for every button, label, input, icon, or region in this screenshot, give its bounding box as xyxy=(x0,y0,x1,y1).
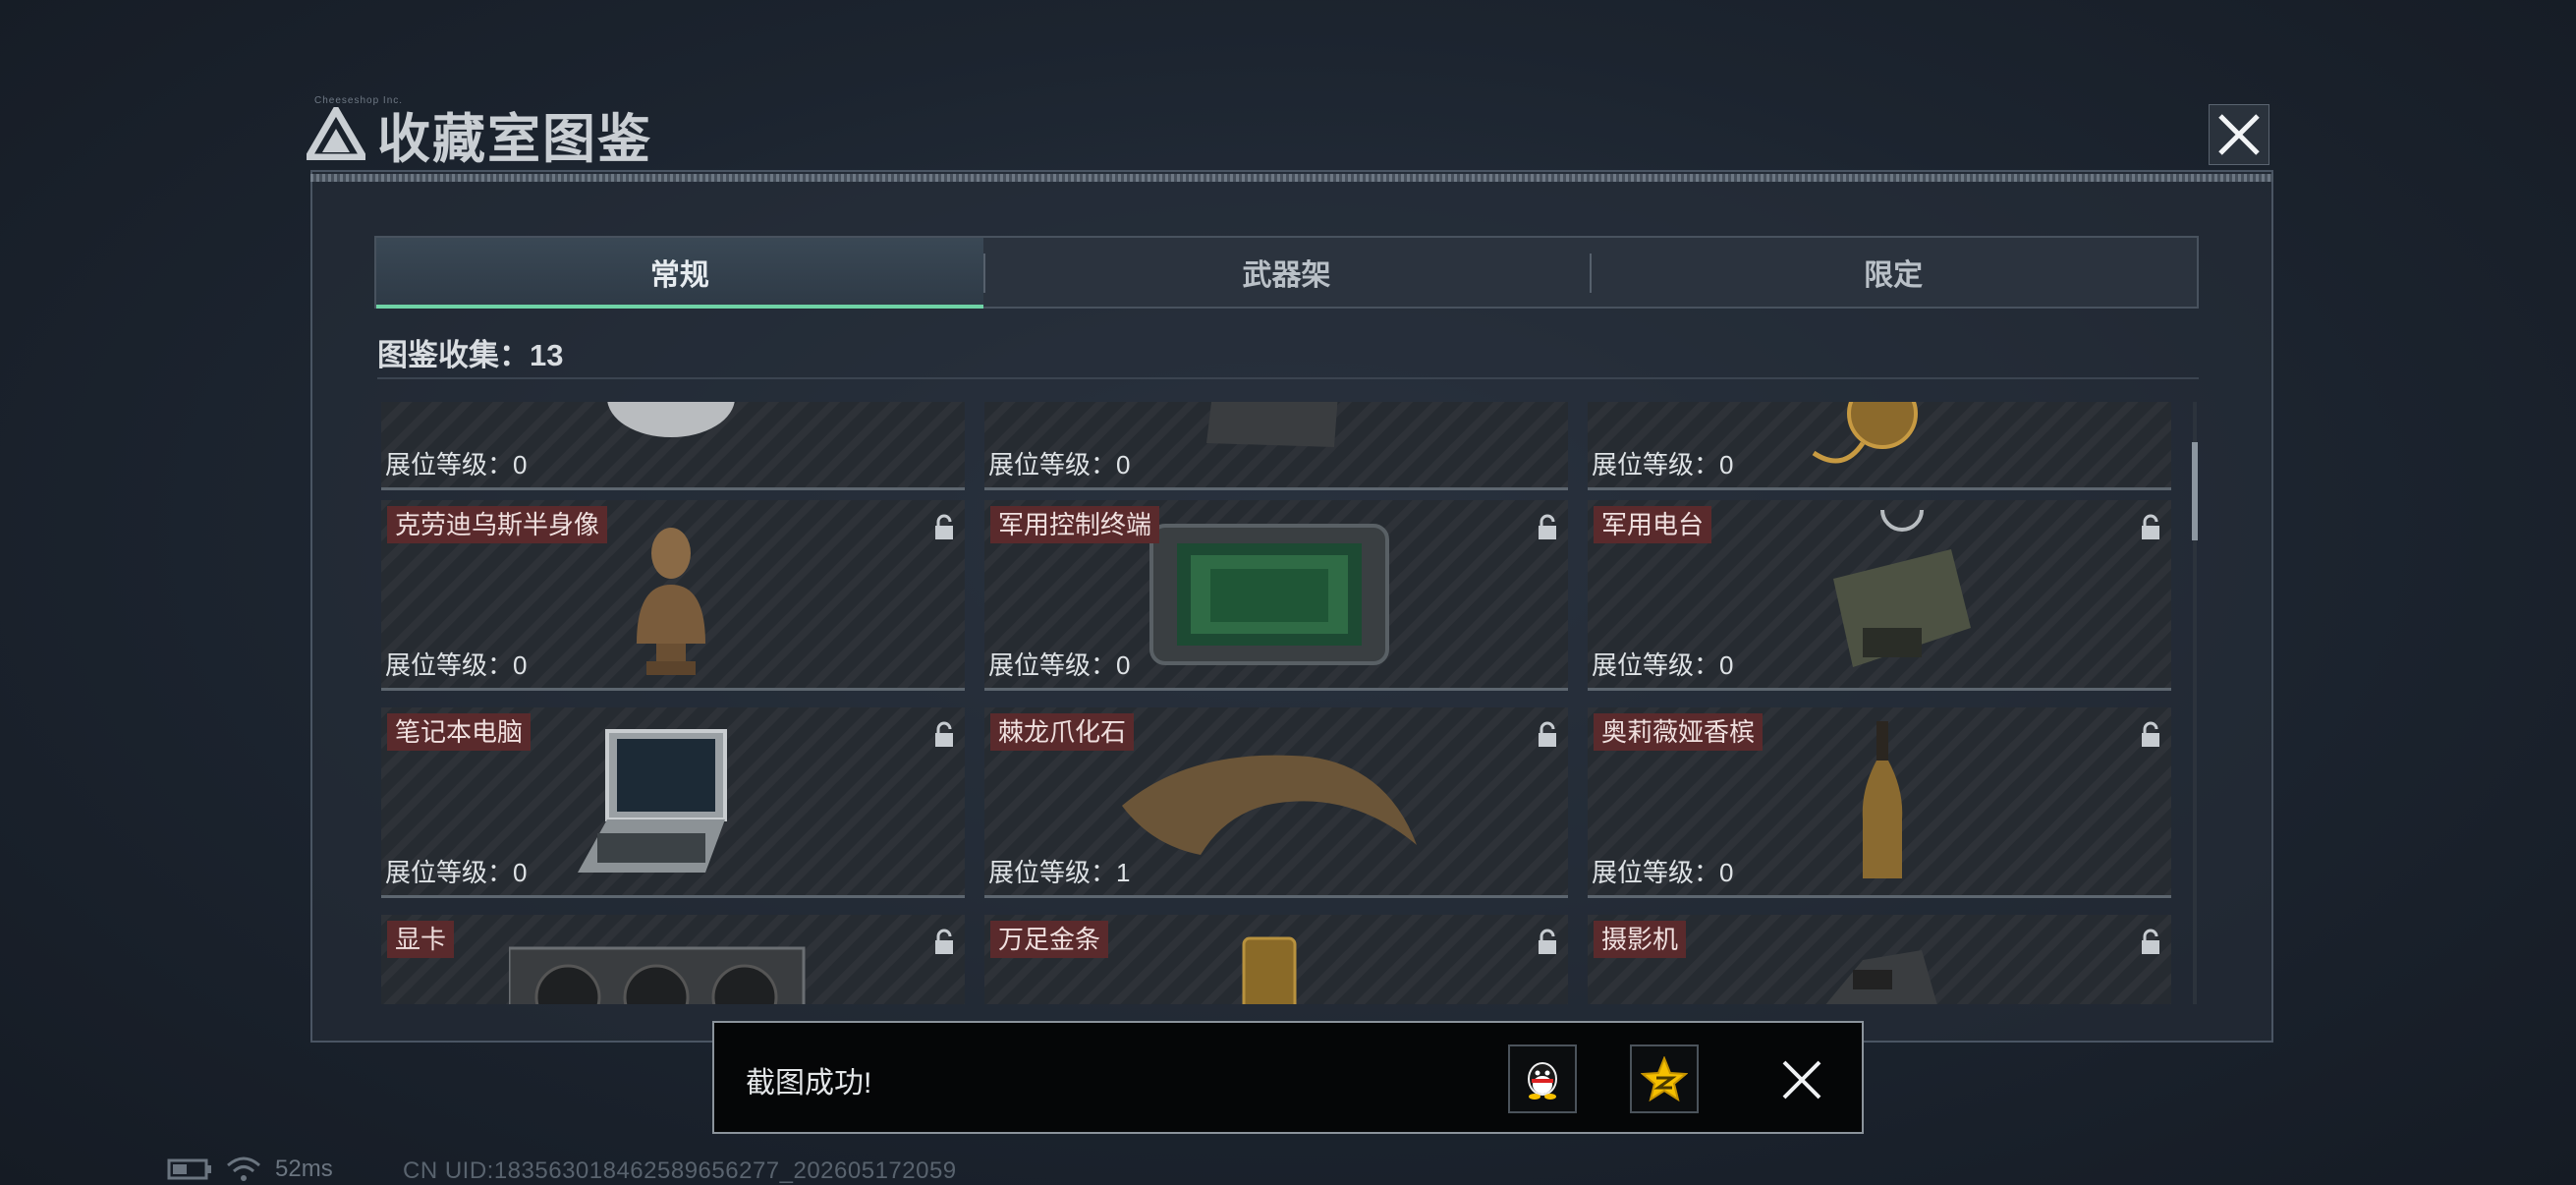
collection-card[interactable]: 展位等级：0 xyxy=(984,402,1568,490)
item-name-tag: 军用控制终端 xyxy=(990,506,1160,543)
collection-card[interactable]: 军用电台 展位等级：0 xyxy=(1588,500,2171,691)
lock-icon xyxy=(2142,514,2159,539)
lock-icon xyxy=(1539,929,1556,954)
tab-label: 限定 xyxy=(1864,259,1924,292)
champagne-icon xyxy=(1862,721,1903,878)
display-level: 展位等级：0 xyxy=(385,450,528,480)
item-name-tag: 显卡 xyxy=(387,921,455,958)
qzone-star-icon xyxy=(1641,1056,1688,1101)
pocket-watch-icon xyxy=(1812,402,1918,464)
tab-limited[interactable]: 限定 xyxy=(1590,238,2197,307)
divider xyxy=(377,377,2199,379)
lock-icon xyxy=(935,721,953,747)
collection-card[interactable]: 克劳迪乌斯半身像 展位等级：0 xyxy=(381,500,965,691)
collection-card[interactable]: 笔记本电脑 展位等级：0 xyxy=(381,707,965,898)
close-icon[interactable] xyxy=(2209,104,2269,165)
plate-icon xyxy=(607,402,735,437)
battery-icon xyxy=(167,1158,211,1180)
terminal-icon xyxy=(1149,524,1389,665)
gold-bar-icon xyxy=(1242,936,1297,1004)
wifi-icon xyxy=(227,1157,260,1181)
bust-icon xyxy=(637,528,705,675)
laptop-icon xyxy=(578,729,727,873)
tab-label: 常规 xyxy=(649,259,709,292)
screenshot-toast: 截图成功! xyxy=(712,1021,1864,1134)
collection-card[interactable]: 奥莉薇娅香槟 展位等级：0 xyxy=(1588,707,2171,898)
gpu-icon xyxy=(509,946,806,1004)
display-level: 展位等级：0 xyxy=(1592,650,1734,680)
collection-card[interactable]: 军用控制终端 展位等级：0 xyxy=(984,500,1568,691)
collection-card[interactable]: 展位等级：0 xyxy=(1588,402,2171,490)
user-uid: CN UID:183563018462589656277_20260517205… xyxy=(403,1157,957,1184)
display-level: 展位等级：0 xyxy=(988,650,1131,680)
lock-icon xyxy=(2142,929,2159,954)
lock-icon xyxy=(935,929,953,954)
window-header: 收藏室图鉴 xyxy=(307,98,652,170)
item-name-tag: 摄影机 xyxy=(1594,921,1687,958)
toast-message: 截图成功! xyxy=(746,1067,872,1100)
collection-card[interactable]: 展位等级：0 xyxy=(381,402,965,490)
category-tabs: 常规 武器架 限定 xyxy=(374,236,2199,309)
display-level: 展位等级：0 xyxy=(1592,858,1734,887)
radio-icon xyxy=(1833,510,1971,667)
item-name-tag: 克劳迪乌斯半身像 xyxy=(387,506,608,543)
claw-fossil-icon xyxy=(1122,755,1417,855)
delta-logo-icon xyxy=(307,107,365,160)
window-title: 收藏室图鉴 xyxy=(377,107,652,170)
tab-label: 武器架 xyxy=(1242,259,1331,292)
share-qq-button[interactable] xyxy=(1508,1044,1577,1113)
display-level: 展位等级：0 xyxy=(1592,450,1734,480)
tab-weapon-rack[interactable]: 武器架 xyxy=(982,238,1591,307)
share-qzone-button[interactable] xyxy=(1630,1044,1699,1113)
lock-icon xyxy=(935,514,953,539)
item-name-tag: 军用电台 xyxy=(1594,506,1712,543)
item-name-tag: 奥莉薇娅香槟 xyxy=(1594,713,1764,751)
collection-grid[interactable]: 展位等级：0 展位等级：0 展位等级：0 克劳迪乌斯半身像 展位等级：0 军用控… xyxy=(381,402,2175,1004)
collection-card[interactable]: 万足金条 xyxy=(984,915,1568,1004)
slab-icon xyxy=(1206,402,1338,447)
qq-icon xyxy=(1528,1062,1557,1100)
scrollbar-thumb[interactable] xyxy=(2192,442,2198,540)
display-level: 展位等级：0 xyxy=(988,450,1131,480)
lock-icon xyxy=(1539,721,1556,747)
collection-card[interactable]: 棘龙爪化石 展位等级：1 xyxy=(984,707,1568,898)
lock-icon xyxy=(1539,514,1556,539)
collection-card[interactable]: 摄影机 xyxy=(1588,915,2171,1004)
collection-count: 图鉴收集：13 xyxy=(377,338,564,372)
panel-divider xyxy=(310,174,2273,182)
ping-value: 52ms xyxy=(275,1156,333,1182)
display-level: 展位等级：0 xyxy=(385,858,528,887)
item-name-tag: 棘龙爪化石 xyxy=(990,713,1135,751)
item-name-tag: 万足金条 xyxy=(990,921,1109,958)
close-toast-icon[interactable] xyxy=(1780,1058,1823,1101)
camera-icon xyxy=(1825,950,1937,1004)
status-bar: 52ms xyxy=(167,1156,333,1183)
display-level: 展位等级：1 xyxy=(988,858,1131,887)
lock-icon xyxy=(2142,721,2159,747)
tab-regular[interactable]: 常规 xyxy=(376,238,983,309)
display-level: 展位等级：0 xyxy=(385,650,528,680)
item-name-tag: 笔记本电脑 xyxy=(387,713,532,751)
collection-card[interactable]: 显卡 xyxy=(381,915,965,1004)
